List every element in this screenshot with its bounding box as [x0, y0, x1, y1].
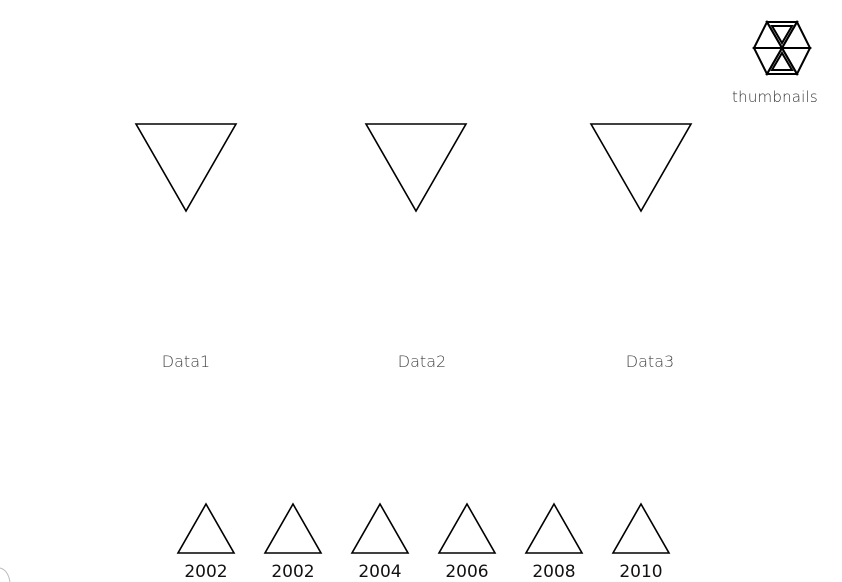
triangle-up-icon: [176, 502, 236, 554]
dataset-2-label: Data2: [397, 352, 447, 371]
triangle-down-icon: [589, 123, 693, 213]
dataset-1-button[interactable]: [134, 122, 238, 214]
year-item-3[interactable]: 2004: [348, 500, 412, 582]
dataset-3-button[interactable]: [589, 122, 693, 214]
hexagon-triangles-icon: [752, 20, 812, 76]
dataset-3-label: Data3: [625, 352, 675, 371]
thumbnails-label: thumbnails: [732, 88, 818, 106]
year-label: 2010: [619, 562, 663, 582]
triangle-up-icon: [437, 502, 497, 554]
triangle-down-icon: [134, 123, 238, 213]
dataset-2-button[interactable]: [364, 122, 468, 214]
year-label: 2002: [184, 562, 228, 582]
year-item-2[interactable]: 2002: [261, 500, 325, 582]
year-label: 2004: [358, 562, 402, 582]
year-label: 2002: [271, 562, 315, 582]
triangle-up-icon: [350, 502, 410, 554]
thumbnails-button[interactable]: thumbnails: [720, 18, 830, 110]
year-item-6[interactable]: 2010: [609, 500, 673, 582]
year-item-5[interactable]: 2008: [522, 500, 586, 582]
triangle-up-icon: [611, 502, 671, 554]
triangle-down-icon: [364, 123, 468, 213]
year-item-1[interactable]: 2002: [174, 500, 238, 582]
corner-arc-decoration: [0, 567, 11, 582]
dataset-1-label: Data1: [161, 352, 211, 371]
year-label: 2008: [532, 562, 576, 582]
triangle-up-icon: [524, 502, 584, 554]
year-label: 2006: [445, 562, 489, 582]
year-item-4[interactable]: 2006: [435, 500, 499, 582]
triangle-up-icon: [263, 502, 323, 554]
